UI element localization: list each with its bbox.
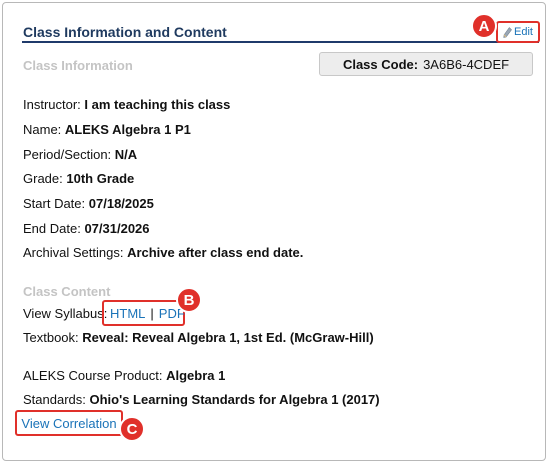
field-course-product: ALEKS Course Product: Algebra 1 (23, 368, 225, 383)
link-separator: | (150, 306, 154, 321)
panel-title: Class Information and Content (23, 24, 227, 40)
field-label: Archival Settings: (23, 245, 124, 260)
class-information-heading: Class Information (23, 58, 133, 73)
field-label: Grade: (23, 171, 63, 186)
view-correlation-button[interactable]: View Correlation (15, 410, 123, 436)
field-standards: Standards: Ohio's Learning Standards for… (23, 392, 380, 407)
field-start-date: Start Date: 07/18/2025 (23, 196, 154, 211)
field-value: 10th Grade (66, 171, 135, 186)
edit-label: Edit (514, 26, 533, 38)
class-code-value: 3A6B6-4CDEF (423, 56, 510, 72)
field-value: N/A (114, 147, 138, 162)
field-name: Name: ALEKS Algebra 1 P1 (23, 122, 191, 137)
field-value: 07/31/2026 (84, 221, 150, 236)
field-grade: Grade: 10th Grade (23, 171, 134, 186)
field-period-section: Period/Section: N/A (23, 147, 137, 162)
callout-b: B (176, 287, 202, 313)
pencil-icon (503, 26, 512, 38)
field-label: Standards: (23, 392, 86, 407)
field-instructor: Instructor: I am teaching this class (23, 97, 230, 112)
field-value: ALEKS Algebra 1 P1 (64, 122, 191, 137)
callout-a: A (471, 13, 497, 39)
field-value: Reveal: Reveal Algebra 1, 1st Ed. (McGra… (82, 330, 374, 345)
field-label: Instructor: (23, 97, 81, 112)
syllabus-links: HTML | PDF (110, 306, 185, 321)
syllabus-label: View Syllabus: (23, 306, 108, 321)
field-label: End Date: (23, 221, 81, 236)
field-archival-settings: Archival Settings: Archive after class e… (23, 245, 303, 260)
field-value: Algebra 1 (166, 368, 226, 383)
class-code-label: Class Code: (342, 56, 419, 72)
callout-c: C (119, 416, 145, 442)
field-end-date: End Date: 07/31/2026 (23, 221, 150, 236)
field-value: I am teaching this class (84, 97, 231, 112)
view-correlation-link[interactable]: View Correlation (21, 416, 116, 431)
field-value: Ohio's Learning Standards for Algebra 1 … (89, 392, 380, 407)
header-divider (22, 41, 539, 43)
field-value: 07/18/2025 (88, 196, 154, 211)
edit-button[interactable]: Edit (496, 21, 540, 43)
field-label: ALEKS Course Product: (23, 368, 163, 383)
field-textbook: Textbook: Reveal: Reveal Algebra 1, 1st … (23, 330, 374, 345)
field-label: Name: (23, 122, 62, 137)
class-info-panel: Class Information and Content Edit A Cla… (2, 2, 546, 461)
field-label: Textbook: (23, 330, 79, 345)
field-label: Start Date: (23, 196, 86, 211)
field-value: Archive after class end date. (127, 245, 304, 260)
syllabus-html-link[interactable]: HTML (110, 306, 145, 321)
field-label: Period/Section: (23, 147, 112, 162)
class-content-heading: Class Content (23, 284, 111, 299)
class-code-badge: Class Code: 3A6B6-4CDEF (319, 52, 533, 76)
